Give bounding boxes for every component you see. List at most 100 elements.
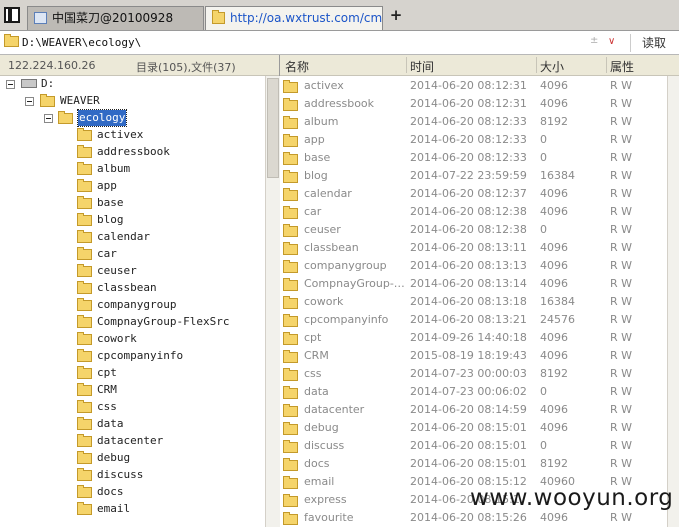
tree-node-folder[interactable]: calendar (0, 229, 265, 245)
tree-label: addressbook (97, 145, 170, 158)
collapse-icon[interactable] (44, 114, 53, 123)
tree-node-folder[interactable]: CRM (0, 382, 265, 398)
file-name: calendar (304, 187, 352, 200)
tab-cmd-jsp[interactable]: http://oa.wxtrust.com/cmd.jsp (205, 6, 383, 30)
file-row[interactable]: base 2014-06-20 08:12:33 0 R W (280, 149, 667, 167)
tree-label: ceuser (97, 264, 137, 277)
file-list-scrollbar[interactable] (667, 76, 679, 527)
tree-scrollbar[interactable] (265, 76, 280, 527)
tree-node-drive[interactable]: D: (0, 76, 265, 92)
new-tab-button[interactable]: + (389, 8, 403, 23)
file-attr: R W (610, 331, 633, 344)
tree-node-folder[interactable]: activex (0, 127, 265, 143)
tree-node-folder[interactable]: base (0, 195, 265, 211)
file-row[interactable]: app 2014-06-20 08:12:33 0 R W (280, 131, 667, 149)
tree-node-folder[interactable]: data (0, 416, 265, 432)
tree-node-folder[interactable]: discuss (0, 467, 265, 483)
column-header-attr[interactable]: 属性 (610, 58, 634, 75)
file-row[interactable]: car 2014-06-20 08:12:38 4096 R W (280, 203, 667, 221)
file-row[interactable]: cpcompanyinfo 2014-06-20 08:13:21 24576 R W (280, 311, 667, 329)
collapse-icon[interactable] (25, 97, 34, 106)
collapse-icon[interactable] (6, 80, 15, 89)
tree-node-folder[interactable]: addressbook (0, 144, 265, 160)
folder-icon (77, 196, 92, 209)
column-header-name[interactable]: 名称 (285, 58, 309, 75)
file-row[interactable]: css 2014-07-23 00:00:03 8192 R W (280, 365, 667, 383)
column-header-size[interactable]: 大小 (540, 58, 564, 75)
tree-node-folder[interactable]: CompnayGroup-FlexSrc (0, 314, 265, 330)
read-button[interactable]: 读取 (630, 34, 677, 52)
file-row[interactable]: classbean 2014-06-20 08:13:11 4096 R W (280, 239, 667, 257)
folder-icon (283, 404, 298, 417)
file-size: 4096 (540, 277, 568, 290)
page-icon (34, 12, 47, 24)
file-row[interactable]: ceuser 2014-06-20 08:12:38 0 R W (280, 221, 667, 239)
directory-tree: D: WEAVER ecology activex addressbook albu… (0, 76, 265, 527)
tree-node-folder[interactable]: cpt (0, 365, 265, 381)
file-row[interactable]: addressbook 2014-06-20 08:12:31 4096 R W (280, 95, 667, 113)
folder-open-icon (58, 111, 73, 124)
tree-node-folder[interactable]: classbean (0, 280, 265, 296)
file-time: 2014-06-20 08:12:33 (410, 115, 527, 128)
tree-node-folder[interactable]: car (0, 246, 265, 262)
tree-node-folder[interactable]: datacenter (0, 433, 265, 449)
file-row[interactable]: favourite 2014-06-20 08:15:26 4096 R W (280, 509, 667, 527)
info-bar: 122.224.160.26 目录(105),文件(37) (0, 55, 279, 76)
tree-node-folder[interactable]: cowork (0, 331, 265, 347)
file-row[interactable]: companygroup 2014-06-20 08:13:13 4096 R W (280, 257, 667, 275)
tree-node-folder[interactable]: email (0, 501, 265, 517)
file-attr: R W (610, 259, 633, 272)
file-row[interactable]: CRM 2015-08-19 18:19:43 4096 R W (280, 347, 667, 365)
tree-node-folder[interactable]: app (0, 178, 265, 194)
folder-icon (77, 298, 92, 311)
folder-icon (77, 247, 92, 260)
file-time: 2014-06-20 08:15:26 (410, 511, 527, 524)
file-row[interactable]: cowork 2014-06-20 08:13:18 16384 R W (280, 293, 667, 311)
folder-icon (77, 162, 92, 175)
tree-node-folder[interactable]: css (0, 399, 265, 415)
file-row[interactable]: docs 2014-06-20 08:15:01 8192 R W (280, 455, 667, 473)
file-row[interactable]: cpt 2014-09-26 14:40:18 4096 R W (280, 329, 667, 347)
path-input[interactable] (22, 34, 582, 50)
tree-label: cpt (97, 366, 117, 379)
file-attr: R W (610, 439, 633, 452)
file-row[interactable]: activex 2014-06-20 08:12:31 4096 R W (280, 77, 667, 95)
folder-icon (77, 485, 92, 498)
file-row[interactable]: discuss 2014-06-20 08:15:01 0 R W (280, 437, 667, 455)
file-name: discuss (304, 439, 345, 452)
column-header-time[interactable]: 时间 (410, 58, 434, 75)
tree-node-folder[interactable]: blog (0, 212, 265, 228)
tree-node-folder[interactable]: companygroup (0, 297, 265, 313)
file-name: activex (304, 79, 344, 92)
file-time: 2014-07-23 00:06:02 (410, 385, 527, 398)
file-size: 0 (540, 385, 547, 398)
tree-node-folder[interactable]: docs (0, 484, 265, 500)
folder-icon (283, 458, 298, 471)
tree-node-folder[interactable]: cpcompanyinfo (0, 348, 265, 364)
file-row[interactable]: datacenter 2014-06-20 08:14:59 4096 R W (280, 401, 667, 419)
tree-label: base (97, 196, 124, 209)
file-attr: R W (610, 295, 633, 308)
file-attr: R W (610, 133, 633, 146)
folder-icon (77, 468, 92, 481)
file-row[interactable]: CompnayGroup-Flex...2014-06-20 08:13:14 4… (280, 275, 667, 293)
file-row[interactable]: album 2014-06-20 08:12:33 8192 R W (280, 113, 667, 131)
tree-node-folder[interactable]: ceuser (0, 263, 265, 279)
scrollbar-thumb[interactable] (267, 78, 279, 178)
file-size: 8192 (540, 115, 568, 128)
tree-label-selected: ecology (76, 109, 128, 127)
tree-node-folder[interactable]: debug (0, 450, 265, 466)
file-row[interactable]: blog 2014-07-22 23:59:59 16384 R W (280, 167, 667, 185)
file-size: 8192 (540, 457, 568, 470)
file-row[interactable]: calendar 2014-06-20 08:12:37 4096 R W (280, 185, 667, 203)
tab-caidao[interactable]: 中国菜刀@20100928 (27, 6, 204, 30)
tree-node-folder[interactable]: album (0, 161, 265, 177)
file-row[interactable]: data 2014-07-23 00:06:02 0 R W (280, 383, 667, 401)
file-attr: R W (610, 79, 633, 92)
tree-node-ecology[interactable]: ecology (0, 109, 265, 127)
file-size: 8192 (540, 367, 568, 380)
history-dropdown[interactable]: ± ∨ (590, 35, 624, 50)
file-row[interactable]: debug 2014-06-20 08:15:01 4096 R W (280, 419, 667, 437)
file-size: 0 (540, 133, 547, 146)
tree-node-weaver[interactable]: WEAVER (0, 93, 265, 109)
